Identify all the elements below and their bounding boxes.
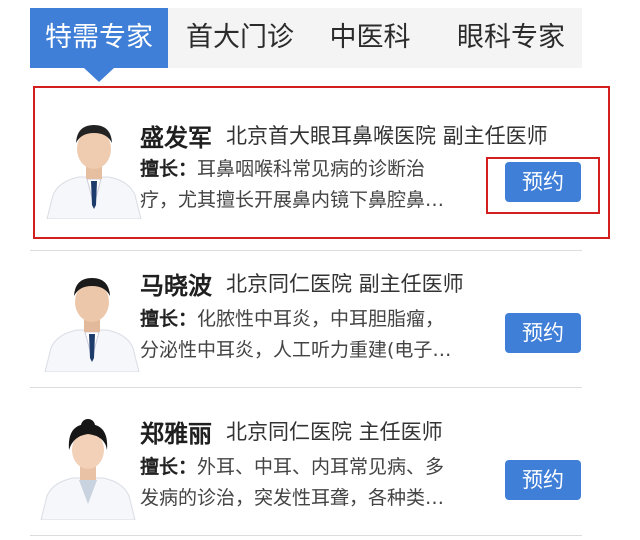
doctor-avatar <box>40 419 136 520</box>
book-appointment-button[interactable]: 预约 <box>505 313 581 353</box>
doctor-name: 郑雅丽 <box>140 420 212 448</box>
tab-tcm[interactable]: 中医科 <box>320 8 420 68</box>
doctor-card[interactable]: 郑雅丽 北京同仁医院 主任医师 擅长：外耳、中耳、内耳常见病、多 发病的诊治，突… <box>30 402 612 532</box>
tab-ophthalmology-experts[interactable]: 眼科专家 <box>448 8 574 68</box>
doctor-card[interactable]: 马晓波 北京同仁医院 副主任医师 擅长：化脓性中耳炎，中耳胆脂瘤， 分泌性中耳炎… <box>30 262 612 382</box>
specialty-tab-bar: 特需专家 首大门诊 中医科 眼科专家 <box>30 8 582 68</box>
highlight-frame-button <box>486 157 600 214</box>
tab-vip-experts[interactable]: 特需专家 <box>30 8 168 68</box>
doctor-specialty: 擅长：外耳、中耳、内耳常见病、多 发病的诊治，突发性耳聋，各种类… <box>140 452 480 514</box>
specialty-line-1: 擅长：化脓性中耳炎，中耳胆脂瘤， <box>140 308 445 330</box>
doctor-avatar <box>44 278 140 372</box>
card-divider <box>30 387 582 388</box>
doctor-hospital-title: 北京同仁医院 副主任医师 <box>226 272 464 296</box>
doctor-specialty: 擅长：化脓性中耳炎，中耳胆脂瘤， 分泌性中耳炎，人工听力重建(电子… <box>140 304 480 366</box>
doctor-name: 马晓波 <box>140 272 212 300</box>
specialty-line-2: 分泌性中耳炎，人工听力重建(电子… <box>140 339 452 361</box>
specialty-label: 擅长： <box>140 308 198 330</box>
tab-capital-clinic[interactable]: 首大门诊 <box>178 8 302 68</box>
doctor-hospital-title: 北京同仁医院 主任医师 <box>226 420 443 444</box>
active-tab-pointer <box>84 68 114 82</box>
book-appointment-button[interactable]: 预约 <box>505 460 581 500</box>
specialty-line-2: 发病的诊治，突发性耳聋，各种类… <box>140 487 445 509</box>
specialty-label: 擅长： <box>140 456 198 478</box>
specialty-line-1: 擅长：外耳、中耳、内耳常见病、多 <box>140 456 445 478</box>
card-divider <box>30 250 582 251</box>
card-divider <box>30 535 582 536</box>
